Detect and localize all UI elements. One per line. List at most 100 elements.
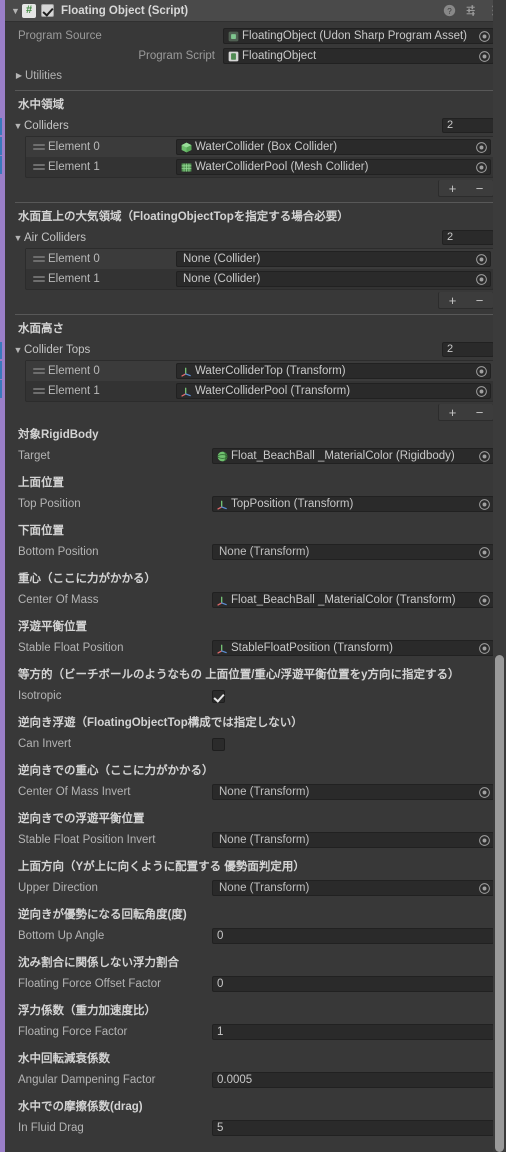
list-size-collider-tops[interactable]: 2 bbox=[442, 342, 494, 357]
drag-handle-icon[interactable] bbox=[30, 256, 48, 262]
floating-force-offset-factor-label: Floating Force Offset Factor bbox=[18, 978, 161, 990]
scrollbar-thumb[interactable] bbox=[495, 655, 504, 1152]
object-picker-icon[interactable] bbox=[475, 273, 488, 286]
stable-float-position-invert-label: Stable Float Position Invert bbox=[18, 834, 156, 846]
program-script-field[interactable]: FloatingObject bbox=[223, 48, 494, 64]
list-item[interactable]: Element 0 None (Collider) bbox=[26, 249, 493, 269]
can-invert-checkbox[interactable] bbox=[212, 737, 225, 751]
component-header[interactable]: ▼ # Floating Object (Script) ? bbox=[5, 0, 506, 22]
object-picker-icon[interactable] bbox=[478, 834, 491, 847]
center-of-mass-invert-field[interactable]: None (Transform) bbox=[212, 784, 494, 800]
element-label: Element 0 bbox=[48, 365, 100, 377]
jp-caption-floating-force-factor: 浮力係数（重力加速度比） bbox=[18, 1005, 156, 1017]
list-item[interactable]: Element 1 None (Collider) bbox=[26, 269, 493, 289]
list-item[interactable]: Element 0 WaterCollider (Box Collider) bbox=[26, 137, 493, 157]
top-position-value: TopPosition (Transform) bbox=[231, 498, 354, 510]
chevron-down-icon[interactable]: ▼ bbox=[12, 121, 24, 131]
target-field[interactable]: Float_BeachBall _MaterialColor (Rigidbod… bbox=[212, 448, 494, 464]
object-picker-icon[interactable] bbox=[478, 50, 491, 63]
list-item[interactable]: Element 1 WaterColliderPool (Transform) bbox=[26, 381, 493, 401]
object-picker-icon[interactable] bbox=[478, 546, 491, 559]
object-picker-icon[interactable] bbox=[478, 30, 491, 43]
isotropic-checkbox[interactable] bbox=[212, 689, 225, 703]
add-element-button[interactable]: + bbox=[439, 404, 466, 420]
list-size-air-colliders[interactable]: 2 bbox=[442, 230, 494, 245]
remove-element-button[interactable]: − bbox=[466, 180, 493, 196]
help-icon[interactable]: ? bbox=[443, 4, 456, 17]
element-object-field[interactable]: WaterColliderPool (Mesh Collider) bbox=[176, 159, 491, 175]
remove-element-button[interactable]: − bbox=[466, 404, 493, 420]
add-element-button[interactable]: + bbox=[439, 180, 466, 196]
list-header-air-colliders[interactable]: ▼ Air Colliders 2 bbox=[5, 228, 506, 247]
object-picker-icon[interactable] bbox=[478, 786, 491, 799]
component-enabled-checkbox[interactable] bbox=[41, 4, 54, 17]
chevron-down-icon[interactable]: ▼ bbox=[12, 345, 24, 355]
list-body-air-colliders: Element 0 None (Collider) Element 1 None… bbox=[25, 248, 494, 290]
mesh-collider-icon bbox=[181, 162, 192, 172]
element-value: WaterColliderPool (Transform) bbox=[195, 385, 351, 397]
drag-handle-icon[interactable] bbox=[30, 368, 48, 374]
element-object-field[interactable]: None (Collider) bbox=[176, 271, 491, 287]
header-icon-group: ? bbox=[443, 4, 500, 17]
angular-dampening-factor-input[interactable]: 0.0005 bbox=[212, 1072, 494, 1088]
top-position-field[interactable]: TopPosition (Transform) bbox=[212, 496, 494, 512]
object-picker-icon[interactable] bbox=[478, 594, 491, 607]
stable-float-position-field[interactable]: StableFloatPosition (Transform) bbox=[212, 640, 494, 656]
element-label: Element 0 bbox=[48, 253, 100, 265]
stable-float-position-invert-field[interactable]: None (Transform) bbox=[212, 832, 494, 848]
list-item[interactable]: Element 0 WaterColliderTop (Transform) bbox=[26, 361, 493, 381]
in-fluid-drag-input[interactable]: 5 bbox=[212, 1120, 494, 1136]
program-source-value: FloatingObject (Udon Sharp Program Asset… bbox=[242, 30, 467, 42]
center-of-mass-field[interactable]: Float_BeachBall _MaterialColor (Transfor… bbox=[212, 592, 494, 608]
element-object-field[interactable]: WaterColliderTop (Transform) bbox=[176, 363, 491, 379]
program-script-label: Program Script bbox=[138, 50, 215, 62]
object-picker-icon[interactable] bbox=[475, 253, 488, 266]
object-picker-icon[interactable] bbox=[475, 141, 488, 154]
udon-program-asset-icon bbox=[228, 31, 239, 41]
list-header-colliders[interactable]: ▼ Colliders 2 bbox=[5, 116, 506, 135]
divider bbox=[15, 202, 494, 203]
jp-caption-stable-float-position-invert: 逆向きでの浮遊平衡位置 bbox=[18, 813, 145, 825]
upper-direction-field[interactable]: None (Transform) bbox=[212, 880, 494, 896]
object-picker-icon[interactable] bbox=[478, 450, 491, 463]
drag-handle-icon[interactable] bbox=[30, 276, 48, 282]
drag-handle-icon[interactable] bbox=[30, 164, 48, 170]
program-source-field[interactable]: FloatingObject (Udon Sharp Program Asset… bbox=[223, 28, 494, 44]
can-invert-label: Can Invert bbox=[18, 738, 72, 750]
object-picker-icon[interactable] bbox=[475, 161, 488, 174]
bottom-up-angle-input[interactable]: 0 bbox=[212, 928, 494, 944]
field-row-can-invert: Can Invert bbox=[5, 734, 506, 754]
object-picker-icon[interactable] bbox=[478, 498, 491, 511]
object-picker-icon[interactable] bbox=[475, 365, 488, 378]
floating-force-factor-input[interactable]: 1 bbox=[212, 1024, 494, 1040]
object-picker-icon[interactable] bbox=[478, 882, 491, 895]
list-item[interactable]: Element 1 WaterColliderPool (Mesh Collid… bbox=[26, 157, 493, 177]
floating-force-offset-factor-input[interactable]: 0 bbox=[212, 976, 494, 992]
bottom-position-value: None (Transform) bbox=[219, 546, 310, 558]
field-row-program-script: Program Script FloatingObject bbox=[5, 46, 506, 66]
add-element-button[interactable]: + bbox=[439, 292, 466, 308]
list-header-collider-tops[interactable]: ▼ Collider Tops 2 bbox=[5, 340, 506, 359]
object-picker-icon[interactable] bbox=[475, 385, 488, 398]
utilities-arrow[interactable]: ▶ bbox=[13, 71, 25, 80]
chevron-down-icon[interactable]: ▼ bbox=[12, 233, 24, 243]
field-row-floating-force-factor: Floating Force Factor 1 bbox=[5, 1022, 506, 1042]
component-foldout-arrow[interactable]: ▼ bbox=[9, 0, 22, 22]
stable-float-position-invert-value: None (Transform) bbox=[219, 834, 310, 846]
list-body-collider-tops: Element 0 WaterColliderTop (Transform) E… bbox=[25, 360, 494, 402]
bottom-position-field[interactable]: None (Transform) bbox=[212, 544, 494, 560]
bottom-up-angle-label: Bottom Up Angle bbox=[18, 930, 105, 942]
remove-element-button[interactable]: − bbox=[466, 292, 493, 308]
element-object-field[interactable]: None (Collider) bbox=[176, 251, 491, 267]
element-object-field[interactable]: WaterCollider (Box Collider) bbox=[176, 139, 491, 155]
element-label: Element 1 bbox=[48, 385, 100, 397]
object-picker-icon[interactable] bbox=[478, 642, 491, 655]
list-footer-colliders: + − bbox=[5, 178, 506, 197]
vertical-scrollbar[interactable] bbox=[493, 0, 506, 1152]
drag-handle-icon[interactable] bbox=[30, 144, 48, 150]
drag-handle-icon[interactable] bbox=[30, 388, 48, 394]
element-object-field[interactable]: WaterColliderPool (Transform) bbox=[176, 383, 491, 399]
utilities-foldout[interactable]: ▶ Utilities bbox=[5, 66, 506, 85]
list-size-colliders[interactable]: 2 bbox=[442, 118, 494, 133]
preset-icon[interactable] bbox=[465, 4, 478, 17]
